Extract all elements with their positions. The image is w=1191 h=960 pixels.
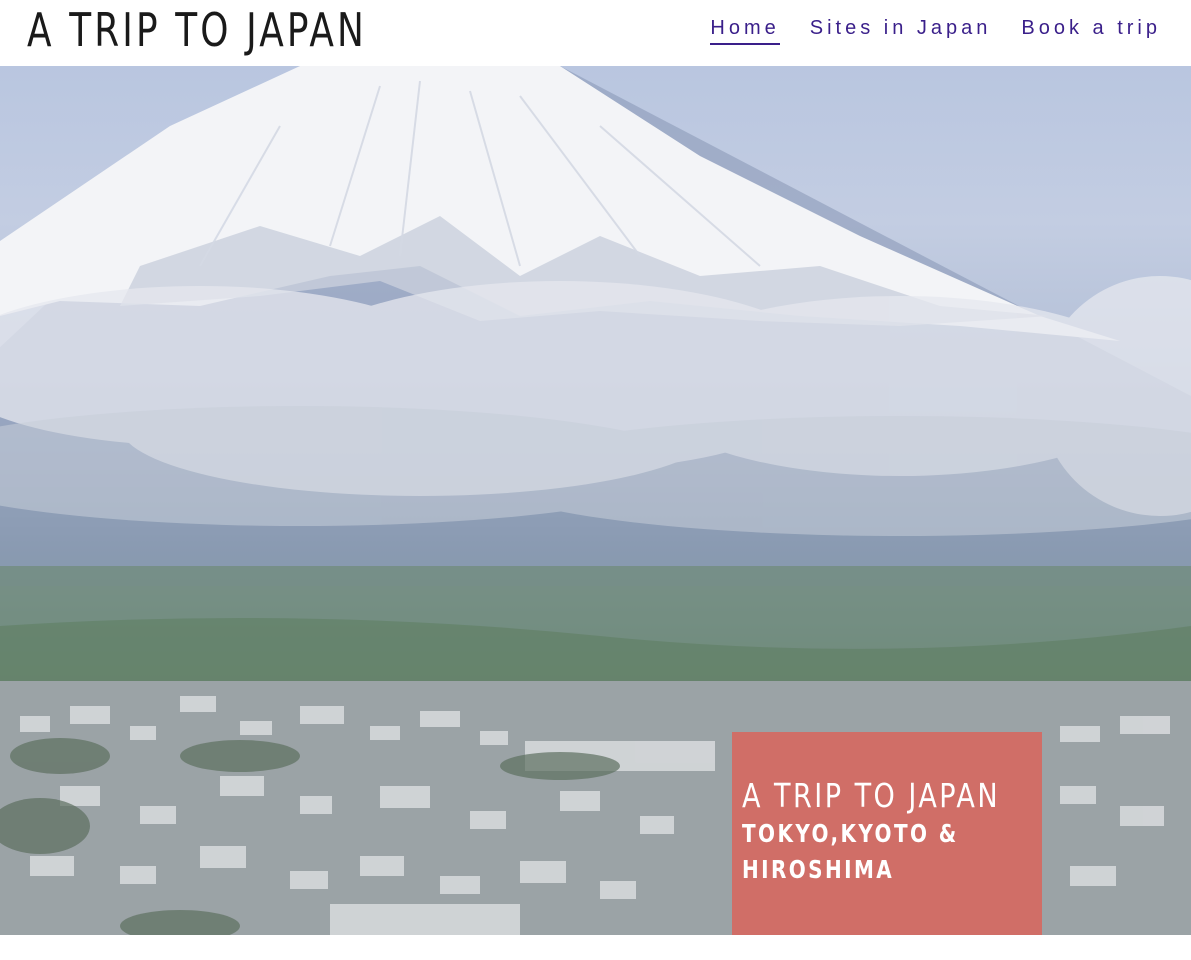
hero-caption-title: A TRIP TO JAPAN	[742, 776, 1001, 815]
hero-image: A TRIP TO JAPAN TOKYO,KYOTO & HIROSHIMA	[0, 66, 1191, 935]
main-nav: Home Sites in Japan Book a trip	[710, 15, 1161, 45]
site-header: A TRIP TO JAPAN Home Sites in Japan Book…	[0, 0, 1191, 66]
hero-caption-subtitle: TOKYO,KYOTO & HIROSHIMA	[742, 819, 959, 884]
site-title: A TRIP TO JAPAN	[27, 3, 368, 57]
nav-link-home[interactable]: Home	[710, 15, 780, 45]
hero-caption-box: A TRIP TO JAPAN TOKYO,KYOTO & HIROSHIMA	[732, 732, 1042, 935]
nav-link-book-a-trip[interactable]: Book a trip	[1021, 15, 1161, 45]
nav-link-sites-in-japan[interactable]: Sites in Japan	[810, 15, 992, 45]
